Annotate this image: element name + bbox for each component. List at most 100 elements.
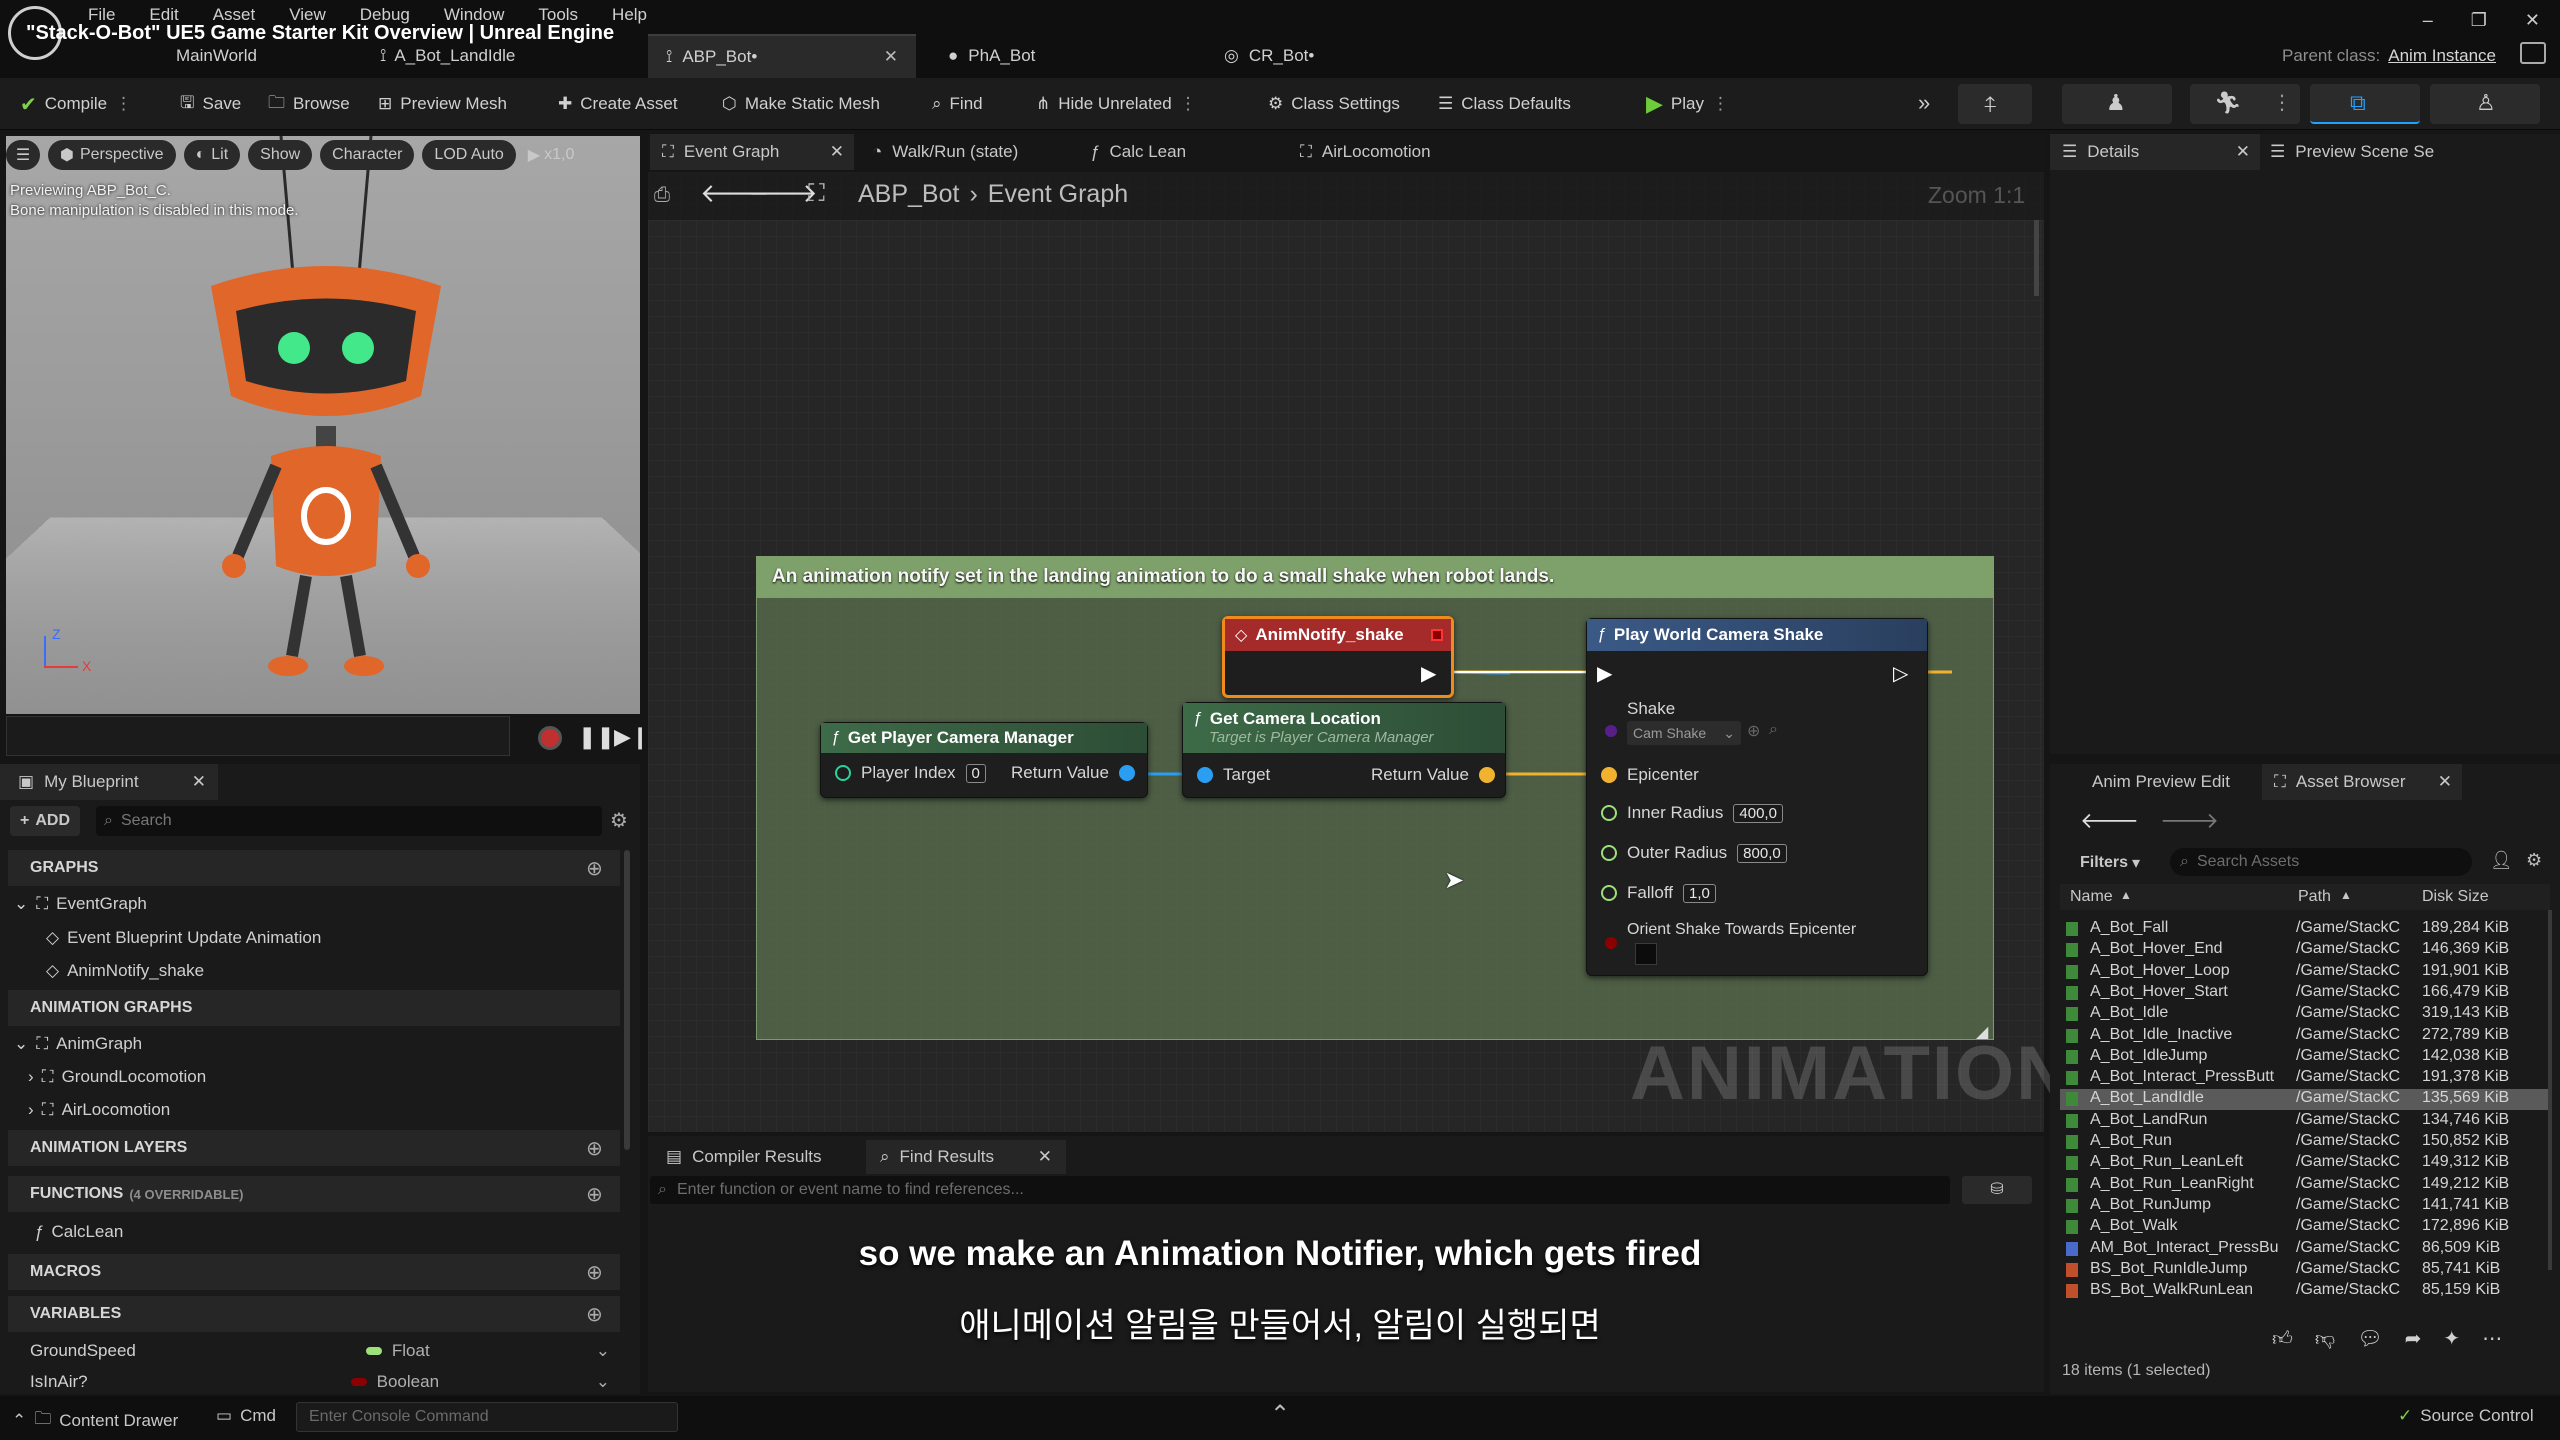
asset-path: /Game/StackC (2296, 1004, 2401, 1022)
asset-row[interactable]: A_Bot_Idle_Inactive/Game/StackC 272,789 K… (2060, 1026, 2550, 1047)
forward-arrow-icon[interactable]: 🡒 (2160, 808, 2219, 834)
settings-gear-icon[interactable]: ⚙ (2526, 850, 2542, 871)
pin-label: Outer Radius (1627, 843, 1728, 862)
epicenter-pin[interactable]: Epicenter (1601, 765, 1699, 785)
user-filter-icon[interactable]: 👤︎ (2490, 850, 2513, 871)
inner-radius-input[interactable]: 400,0 (1733, 803, 1783, 823)
return-value-pin[interactable]: Return Value (1371, 765, 1495, 785)
asset-row[interactable]: A_Bot_Interact_PressButt/Game/StackC 191,… (2060, 1068, 2550, 1089)
pin-label: Target (1223, 765, 1271, 784)
asset-size: 141,741 KiB (2422, 1195, 2510, 1213)
asset-row[interactable]: A_Bot_IdleJump/Game/StackC 142,038 KiB (2060, 1047, 2550, 1068)
find-results-tab[interactable]: ⌕ Find Results ✕ (866, 1140, 1066, 1174)
use-selected-icon[interactable]: ⊕ (1747, 721, 1760, 741)
asset-row[interactable]: A_Bot_Walk/Game/StackC 172,896 KiB (2060, 1217, 2550, 1238)
asset-row[interactable]: A_Bot_Run/Game/StackC 150,852 KiB (2060, 1132, 2550, 1153)
float-pin-icon[interactable] (1601, 805, 1617, 821)
asset-row[interactable]: A_Bot_Hover_End/Game/StackC 146,369 KiB (2060, 940, 2550, 961)
int-pin-icon[interactable] (835, 765, 851, 781)
bool-pin-icon[interactable] (1605, 937, 1617, 949)
sparkle-icon[interactable]: ✦ (2443, 1326, 2460, 1351)
falloff-input[interactable]: 1,0 (1683, 883, 1716, 903)
outer-radius-input[interactable]: 800,0 (1737, 843, 1787, 863)
close-icon[interactable]: ✕ (2236, 142, 2250, 162)
expand-panel-icon[interactable]: ⌃ (1270, 1400, 1290, 1429)
asset-row[interactable]: A_Bot_LandIdle/Game/StackC 135,569 KiB (2060, 1089, 2550, 1111)
close-icon[interactable]: ✕ (1038, 1147, 1052, 1167)
asset-row[interactable]: A_Bot_Hover_Loop/Game/StackC 191,901 KiB (2060, 962, 2550, 983)
asset-search-input[interactable]: ⌕ Search Assets (2170, 848, 2472, 876)
orient-shake-checkbox[interactable] (1635, 943, 1657, 965)
asset-browser-tab[interactable]: ⛶ Asset Browser ✕ (2262, 764, 2462, 800)
asset-row[interactable]: A_Bot_Run_LeanRight/Game/StackC 149,212 K… (2060, 1175, 2550, 1196)
asset-name: A_Bot_Walk (2090, 1217, 2178, 1235)
asset-name: A_Bot_Run (2090, 1132, 2172, 1149)
asset-list-scrollbar[interactable] (2548, 910, 2552, 1270)
class-pin-icon[interactable] (1605, 725, 1617, 737)
float-pin-icon[interactable] (1601, 885, 1617, 901)
close-icon[interactable]: ✕ (2438, 772, 2452, 792)
shake-pin[interactable]: Shake (1627, 699, 1675, 719)
console-input[interactable]: Enter Console Command (296, 1402, 678, 1432)
column-path[interactable]: Path (2298, 888, 2331, 906)
asset-path: /Game/StackC (2296, 1217, 2401, 1235)
asset-row[interactable]: A_Bot_Idle/Game/StackC 319,143 KiB (2060, 1004, 2550, 1025)
asset-row[interactable]: AM_Bot_Interact_PressBu/Game/StackC 86,50… (2060, 1239, 2550, 1260)
compiler-results-tab[interactable]: ▤ Compiler Results (650, 1140, 838, 1174)
find-references-input[interactable]: ⌕ Enter function or event name to find re… (650, 1176, 1950, 1204)
node-play-world-camera-shake[interactable]: ƒ Play World Camera Shake ▶ ▷ Shake Cam … (1586, 618, 1928, 976)
asset-row[interactable]: A_Bot_Fall/Game/StackC 189,284 KiB (2060, 919, 2550, 940)
asset-size: 135,569 KiB (2422, 1089, 2510, 1107)
exec-out-pin-icon[interactable]: ▶ (1421, 661, 1436, 686)
asset-row[interactable]: A_Bot_RunJump/Game/StackC 141,741 KiB (2060, 1196, 2550, 1217)
share-icon[interactable]: ➦ (2405, 1326, 2422, 1351)
comment-icon[interactable]: 💬︎ (2357, 1326, 2382, 1351)
thumbs-down-icon[interactable]: 👎︎ (2315, 1327, 2335, 1351)
return-value-pin[interactable]: Return Value (1011, 763, 1135, 783)
asset-name: BS_Bot_RunIdleJump (2090, 1259, 2248, 1277)
anim-sequence-icon (2066, 922, 2078, 936)
column-name[interactable]: Name (2070, 888, 2113, 906)
object-pin-icon[interactable] (1118, 765, 1135, 781)
asset-row[interactable]: A_Bot_Hover_Start/Game/StackC 166,479 KiB (2060, 983, 2550, 1004)
asset-size: 86,509 KiB (2422, 1238, 2501, 1256)
asset-row[interactable]: BS_Bot_WalkRunLean/Game/StackC 85,159 KiB (2060, 1281, 2550, 1302)
player-index-pin[interactable]: Player Index 0 (835, 763, 986, 783)
cmd-button[interactable]: ▭ Cmd (216, 1406, 276, 1426)
browse-asset-icon[interactable]: ⌕ (1769, 721, 1778, 739)
asset-row[interactable]: BS_Bot_RunIdleJump/Game/StackC 85,741 KiB (2060, 1260, 2550, 1281)
exec-in-pin-icon[interactable]: ▶ (1597, 661, 1612, 686)
binoculars-button[interactable]: ⛁ (1962, 1176, 2032, 1204)
player-index-input[interactable]: 0 (965, 763, 986, 783)
float-pin-icon[interactable] (1601, 845, 1617, 861)
column-disk-size[interactable]: Disk Size (2422, 888, 2489, 906)
sort-icon: ▲ (2120, 888, 2132, 902)
exec-out-pin-icon[interactable]: ▷ (1893, 661, 1908, 686)
details-icon: ☰ (2062, 142, 2078, 161)
filters-button[interactable]: Filters ▾ (2080, 850, 2140, 876)
details-tab[interactable]: ☰ Details ✕ (2050, 134, 2260, 170)
source-control-button[interactable]: ✓ Source Control (2398, 1406, 2534, 1426)
delegate-pin-icon[interactable] (1431, 629, 1443, 641)
preview-scene-tab[interactable]: ☰ Preview Scene Se (2270, 134, 2434, 170)
content-drawer-button[interactable]: ⌃ 🗀 Content Drawer (12, 1406, 178, 1435)
object-pin-icon[interactable] (1197, 767, 1213, 783)
subtitle-english: so we make an Animation Notifier, which … (858, 1234, 1702, 1273)
vector-pin-icon[interactable] (1601, 767, 1617, 783)
asset-row[interactable]: A_Bot_Run_LeanLeft/Game/StackC 149,312 Ki… (2060, 1153, 2550, 1174)
node-anim-notify[interactable]: ◇ AnimNotify_shake ▶ (1222, 616, 1454, 698)
asset-row[interactable]: A_Bot_LandRun/Game/StackC 134,746 KiB (2060, 1111, 2550, 1132)
shake-class-dropdown[interactable]: Cam Shake ⌄ (1627, 721, 1741, 745)
target-pin[interactable]: Target (1197, 765, 1270, 785)
more-icon[interactable]: ⋯ (2482, 1326, 2502, 1351)
thumbs-up-icon[interactable]: 👍︎ (2272, 1327, 2293, 1351)
falloff-pin[interactable]: Falloff 1,0 (1601, 883, 1716, 903)
vector-pin-icon[interactable] (1478, 767, 1495, 783)
node-get-camera-location[interactable]: ƒ Get Camera Location Target is Player Ca… (1182, 702, 1506, 798)
outer-radius-pin[interactable]: Outer Radius 800,0 (1601, 843, 1787, 863)
asset-count: 18 items (1 selected) (2062, 1362, 2211, 1379)
back-arrow-icon[interactable]: 🡐 (2080, 808, 2139, 834)
node-get-player-camera-manager[interactable]: ƒ Get Player Camera Manager Player Index… (820, 722, 1148, 798)
inner-radius-pin[interactable]: Inner Radius 400,0 (1601, 803, 1783, 823)
anim-preview-editor-tab[interactable]: Anim Preview Edit (2092, 772, 2230, 792)
